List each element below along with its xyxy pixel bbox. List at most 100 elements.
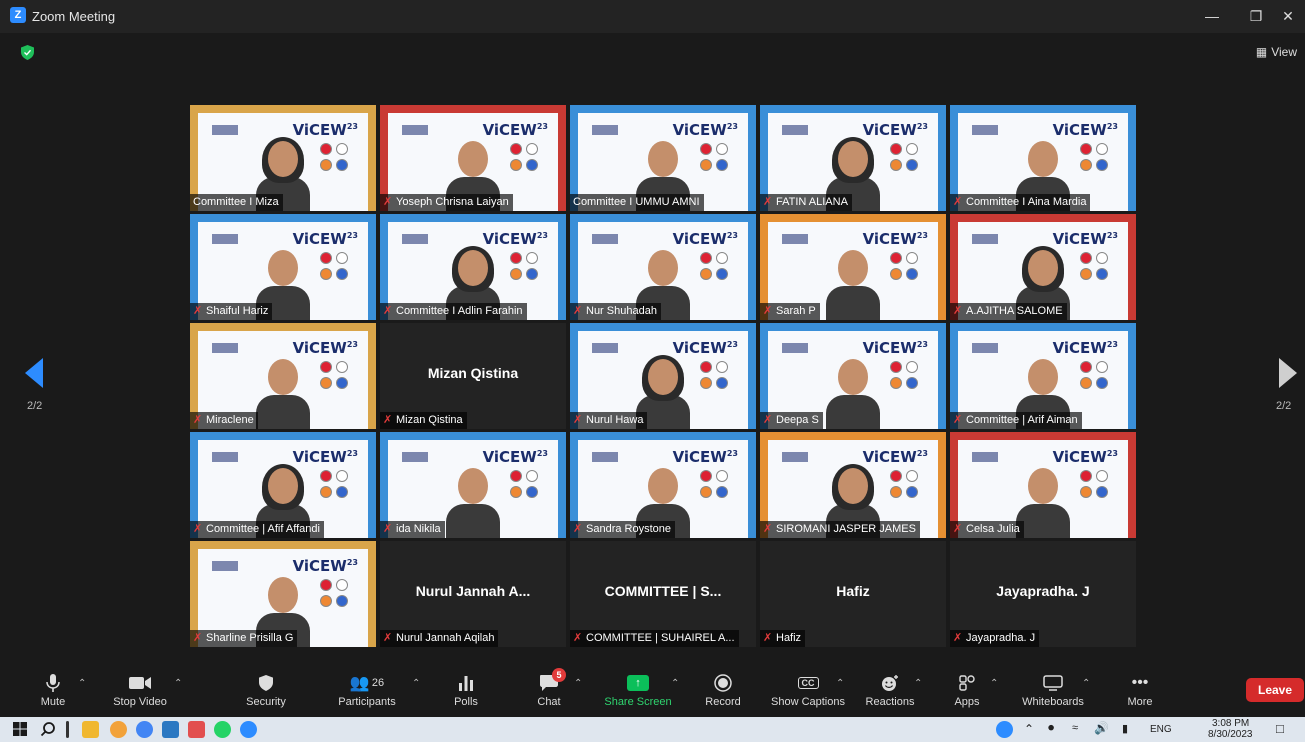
photos-icon[interactable] — [162, 721, 179, 738]
stop-video-button[interactable]: Stop Video ⌃ — [108, 670, 182, 717]
chat-options-caret-icon[interactable]: ⌃ — [574, 678, 582, 689]
chrome-profile-icon[interactable] — [136, 721, 153, 738]
participant-tile[interactable]: ViCEW23 ✗ A.AJITHA SALOME — [950, 214, 1136, 320]
next-page-arrow-icon[interactable] — [1279, 358, 1297, 388]
apps-options-caret-icon[interactable]: ⌃ — [990, 678, 998, 689]
participant-name-label: ✗ A.AJITHA SALOME — [950, 303, 1067, 320]
whiteboards-options-caret-icon[interactable]: ⌃ — [1082, 678, 1090, 689]
country-flag-icon — [890, 252, 902, 264]
participant-tile[interactable]: ViCEW23 ✗ Deepa S — [760, 323, 946, 429]
reactions-options-caret-icon[interactable]: ⌃ — [914, 678, 922, 689]
participant-name: Nurul Hawa — [586, 414, 644, 426]
windows-start-icon[interactable] — [12, 721, 29, 738]
muted-microphone-icon: ✗ — [193, 414, 203, 426]
mute-button[interactable]: Mute ⌃ — [30, 670, 86, 717]
participants-icon: 👥 — [349, 675, 370, 692]
more-button[interactable]: ••• More — [1120, 670, 1160, 717]
record-button[interactable]: Record — [703, 670, 743, 717]
participant-tile[interactable]: ViCEW23 ✗ Committee | Arif Aiman — [950, 323, 1136, 429]
university-logo-icon — [592, 125, 618, 135]
file-explorer-icon[interactable] — [82, 721, 99, 738]
participant-tile[interactable]: Jayapradha. J ✗ Jayapradha. J — [950, 541, 1136, 647]
participants-button[interactable]: 👥 26 Participants ⌃ — [336, 670, 420, 717]
tray-expand-caret-icon[interactable]: ⌃ — [1024, 722, 1034, 736]
taskbar-clock-date[interactable]: 8/30/2023 — [1208, 729, 1253, 740]
apps-button[interactable]: Apps ⌃ — [950, 670, 998, 717]
participant-tile[interactable]: COMMITTEE | S... ✗ COMMITTEE | SUHAIREL A.… — [570, 541, 756, 647]
chat-button[interactable]: 5 Chat ⌃ — [530, 668, 582, 717]
participant-tile[interactable]: ViCEW23 ✗ SIROMANI JASPER JAMES — [760, 432, 946, 538]
muted-microphone-icon: ✗ — [383, 632, 393, 644]
chrome-icon[interactable] — [110, 721, 127, 738]
participant-tile[interactable]: Nurul Jannah A... ✗ Nurul Jannah Aqilah — [380, 541, 566, 647]
encryption-shield-icon[interactable] — [21, 45, 34, 60]
input-language[interactable]: ENG — [1150, 724, 1172, 735]
participant-tile[interactable]: ViCEW23 ✗ Celsa Julia — [950, 432, 1136, 538]
participant-tile[interactable]: ViCEW23 ✗ Nur Shuhadah — [570, 214, 756, 320]
whiteboard-icon — [1018, 670, 1088, 696]
country-flag-icon — [336, 377, 348, 389]
whatsapp-icon[interactable] — [214, 721, 231, 738]
participant-tile[interactable]: ViCEW23 ✗ Committee I Aina Mardia — [950, 105, 1136, 211]
reactions-button[interactable]: Reactions ⌃ — [864, 670, 922, 717]
participant-tile[interactable]: Mizan Qistina ✗ Mizan Qistina — [380, 323, 566, 429]
participant-tile[interactable]: ViCEW23 ✗ Committee | Afif Affandi — [190, 432, 376, 538]
search-icon[interactable] — [40, 721, 57, 738]
view-button[interactable]: ▦ View — [1256, 45, 1297, 59]
country-flag-icon — [1096, 470, 1108, 482]
previous-page-arrow-icon[interactable] — [25, 358, 43, 388]
country-flag-icon — [1080, 486, 1092, 498]
reactions-smiley-icon — [864, 670, 916, 696]
participant-tile[interactable]: ViCEW23 ✗ Sharline Prisilla G — [190, 541, 376, 647]
share-options-caret-icon[interactable]: ⌃ — [671, 678, 679, 689]
share-screen-button[interactable]: ↑ Share Screen ⌃ — [603, 670, 679, 717]
wifi-icon[interactable]: ≈ — [1072, 722, 1078, 734]
battery-icon[interactable]: ▮ — [1122, 722, 1128, 735]
whiteboards-button[interactable]: Whiteboards ⌃ — [1018, 670, 1090, 717]
muted-microphone-icon: ✗ — [573, 414, 583, 426]
participant-tile[interactable]: ViCEW23 ✗ Nurul Hawa — [570, 323, 756, 429]
country-flag-icon — [336, 143, 348, 155]
participant-tile[interactable]: ViCEW23 ✗ Sandra Roystone — [570, 432, 756, 538]
participant-tile[interactable]: ViCEW23 ✗ Committee I Adlin Farahin — [380, 214, 566, 320]
participants-options-caret-icon[interactable]: ⌃ — [412, 678, 420, 689]
country-flag-icon — [716, 361, 728, 373]
university-logo-icon — [402, 234, 428, 244]
country-flag-icon — [700, 159, 712, 171]
participant-tile[interactable]: ViCEW23 Committee I Miza — [190, 105, 376, 211]
notifications-icon[interactable]: □ — [1276, 721, 1284, 736]
help-icon[interactable] — [996, 721, 1013, 738]
show-captions-button[interactable]: CC Show Captions ⌃ — [768, 670, 848, 717]
security-button[interactable]: Security — [240, 670, 292, 717]
share-screen-arrow-icon: ↑ — [627, 675, 649, 691]
participant-tile[interactable]: ViCEW23 Committee I UMMU AMNI — [570, 105, 756, 211]
task-view-icon[interactable] — [66, 721, 69, 738]
participant-tile[interactable]: ViCEW23 ✗ ida Nikila — [380, 432, 566, 538]
participant-tile[interactable]: ViCEW23 ✗ Miraclene — [190, 323, 376, 429]
polls-button[interactable]: Polls — [446, 670, 486, 717]
participant-tile[interactable]: ViCEW23 ✗ Shaiful Hariz — [190, 214, 376, 320]
mute-options-caret-icon[interactable]: ⌃ — [78, 678, 86, 689]
participant-tile[interactable]: ViCEW23 ✗ Yoseph Chrisna Laiyan — [380, 105, 566, 211]
video-options-caret-icon[interactable]: ⌃ — [174, 678, 182, 689]
close-button[interactable]: ✕ — [1266, 0, 1305, 33]
minimize-button[interactable]: — — [1190, 0, 1234, 33]
more-label: More — [1127, 696, 1153, 708]
leave-button[interactable]: Leave — [1246, 678, 1304, 702]
tray-microphone-icon[interactable]: ⚫ — [1046, 721, 1056, 735]
university-logo-icon — [212, 561, 238, 571]
zoom-taskbar-icon[interactable] — [240, 721, 257, 738]
volume-icon[interactable]: 🔊 — [1094, 721, 1109, 735]
country-flag-icon — [526, 268, 538, 280]
participant-tile[interactable]: ViCEW23 ✗ FATIN ALIANA — [760, 105, 946, 211]
country-flag-icon — [716, 143, 728, 155]
participant-tile[interactable]: ViCEW23 ✗ Sarah P — [760, 214, 946, 320]
participant-name-label: ✗ Yoseph Chrisna Laiyan — [380, 194, 513, 211]
participant-name-label: ✗ Jayapradha. J — [950, 630, 1040, 647]
country-flag-icon — [526, 470, 538, 482]
muted-microphone-icon: ✗ — [573, 523, 583, 535]
taskbar-clock-time[interactable]: 3:08 PM — [1212, 718, 1249, 729]
participant-tile[interactable]: Hafiz ✗ Hafiz — [760, 541, 946, 647]
app-icon-red[interactable] — [188, 721, 205, 738]
captions-options-caret-icon[interactable]: ⌃ — [836, 678, 844, 689]
